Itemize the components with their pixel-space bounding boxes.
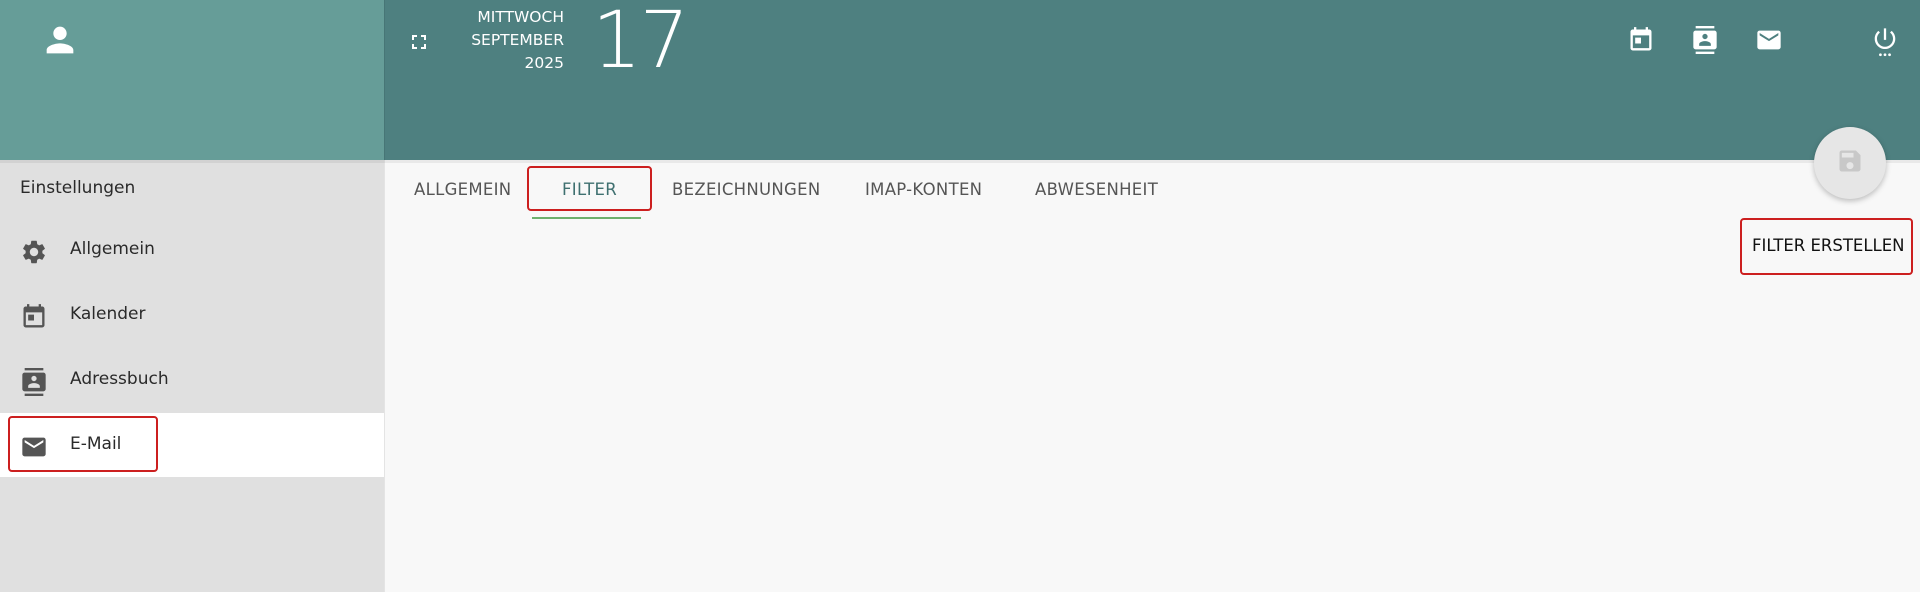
tab-allgemein[interactable]: ALLGEMEIN	[414, 180, 511, 199]
user-header	[0, 0, 384, 160]
sidebar-item-email[interactable]: E-Mail	[0, 413, 384, 477]
contacts-icon	[20, 368, 48, 396]
sidebar-item-allgemein[interactable]: Allgemein	[0, 218, 384, 282]
tab-abwesenheit[interactable]: ABWESENHEIT	[1035, 180, 1158, 199]
sidebar-item-label: Allgemein	[70, 239, 155, 259]
save-button[interactable]	[1814, 127, 1886, 199]
active-tab-indicator	[532, 217, 641, 219]
calendar-icon	[20, 303, 48, 331]
sidebar-title: Einstellungen	[20, 178, 136, 198]
tab-filter[interactable]: FILTER	[562, 180, 617, 199]
divider	[384, 0, 385, 592]
save-icon	[1836, 147, 1864, 179]
sidebar-item-label: E-Mail	[70, 434, 122, 454]
sidebar-item-label: Adressbuch	[70, 369, 169, 389]
month-label: SEPTEMBER	[471, 31, 564, 49]
power-icon[interactable]	[1870, 25, 1900, 57]
mail-icon	[20, 433, 48, 461]
sidebar-item-kalender[interactable]: Kalender	[0, 283, 384, 347]
gear-icon	[20, 238, 48, 266]
tab-bezeichnungen[interactable]: BEZEICHNUNGEN	[672, 180, 820, 199]
settings-sidebar: Einstellungen Allgemein Kalender Adressb…	[0, 160, 384, 592]
weekday-label: MITTWOCH	[477, 8, 564, 26]
tab-imap-konten[interactable]: IMAP-KONTEN	[865, 180, 982, 199]
date-display: MITTWOCH SEPTEMBER 2025	[454, 6, 564, 75]
sidebar-item-label: Kalender	[70, 304, 146, 324]
contacts-icon[interactable]	[1690, 25, 1720, 55]
fullscreen-icon[interactable]	[405, 28, 433, 56]
calendar-icon[interactable]	[1626, 25, 1656, 55]
mail-icon[interactable]	[1754, 25, 1784, 55]
year-label: 2025	[524, 54, 564, 72]
day-number: 17	[592, 0, 689, 86]
create-filter-button[interactable]: FILTER ERSTELLEN	[1752, 236, 1905, 255]
header-shadow	[0, 160, 1920, 163]
person-icon[interactable]	[40, 20, 80, 60]
sidebar-item-adressbuch[interactable]: Adressbuch	[0, 348, 384, 412]
